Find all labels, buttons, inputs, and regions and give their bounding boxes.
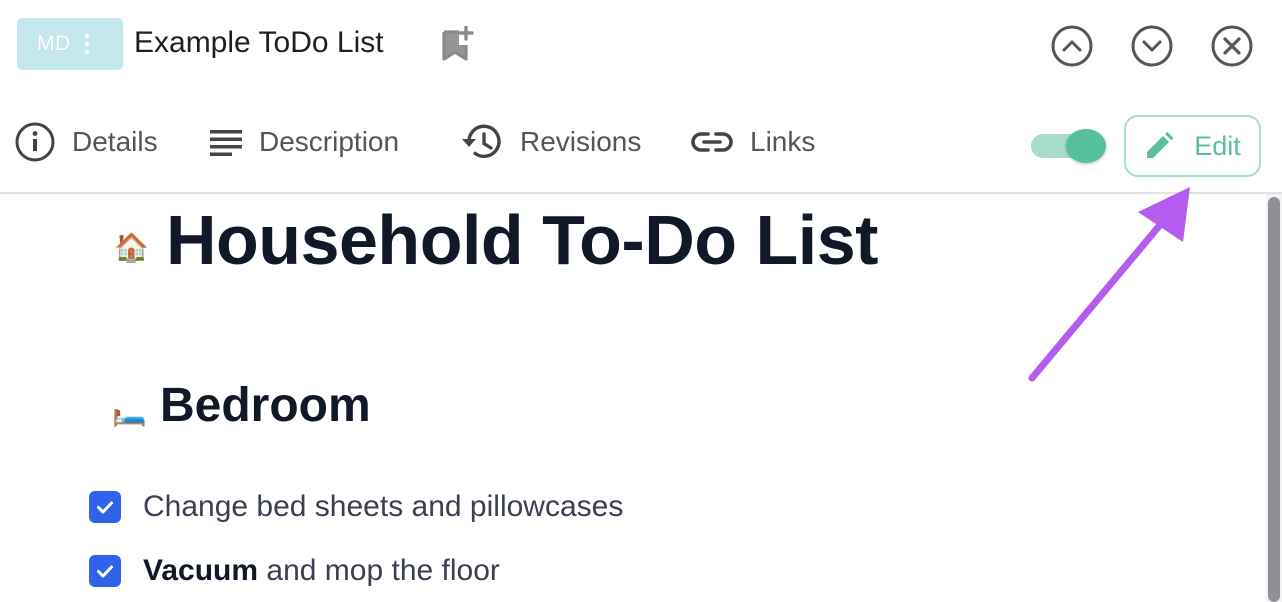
page-title: Example ToDo List — [134, 26, 384, 59]
tab-links[interactable]: Links — [690, 120, 815, 164]
chevron-up-button[interactable] — [1050, 24, 1094, 68]
format-badge-label: MD — [37, 32, 71, 55]
tab-details[interactable]: Details — [14, 120, 158, 164]
tab-links-label: Links — [750, 126, 816, 157]
check-icon — [97, 565, 113, 578]
task-label: and mop the floor — [258, 554, 500, 587]
document-heading: Household To-Do List — [166, 201, 878, 279]
check-icon — [97, 501, 113, 514]
section-heading-bedroom: Bedroom — [160, 379, 371, 432]
close-button[interactable] — [1210, 24, 1254, 68]
annotation-arrow-icon — [1028, 187, 1190, 382]
tab-divider — [0, 192, 1282, 194]
edit-button[interactable]: Edit — [1124, 115, 1261, 177]
bed-emoji: 🛏️ — [112, 396, 147, 427]
bookmark-add-icon[interactable] — [440, 26, 474, 62]
link-icon — [691, 132, 733, 152]
chevron-down-button[interactable] — [1130, 24, 1174, 68]
tab-revisions-label: Revisions — [520, 126, 642, 157]
more-vertical-icon[interactable] — [84, 33, 90, 55]
task-text: Change bed sheets and pillowcases — [143, 490, 623, 524]
pencil-icon — [1147, 132, 1174, 158]
task-text: Vacuum and mop the floor — [143, 554, 500, 588]
preview-toggle[interactable] — [1031, 129, 1107, 163]
task-item: Change bed sheets and pillowcases — [89, 490, 623, 524]
task-checkbox[interactable] — [89, 555, 121, 587]
toggle-knob — [1066, 129, 1106, 163]
history-icon — [462, 124, 501, 158]
format-badge[interactable]: MD — [17, 18, 123, 70]
tab-details-label: Details — [72, 126, 158, 157]
house-emoji: 🏠 — [114, 232, 149, 263]
info-icon — [15, 122, 55, 162]
task-label: Change bed sheets and pillowcases — [143, 490, 624, 523]
edit-button-label: Edit — [1194, 130, 1241, 161]
task-bold-text: Vacuum — [143, 554, 259, 587]
tab-revisions[interactable]: Revisions — [460, 120, 641, 164]
tab-description[interactable]: Description — [209, 120, 399, 164]
description-lines-icon — [210, 130, 242, 156]
task-checkbox[interactable] — [89, 491, 121, 523]
task-item: Vacuum and mop the floor — [89, 554, 500, 588]
tab-description-label: Description — [259, 126, 400, 157]
scrollbar-thumb[interactable] — [1268, 197, 1280, 602]
